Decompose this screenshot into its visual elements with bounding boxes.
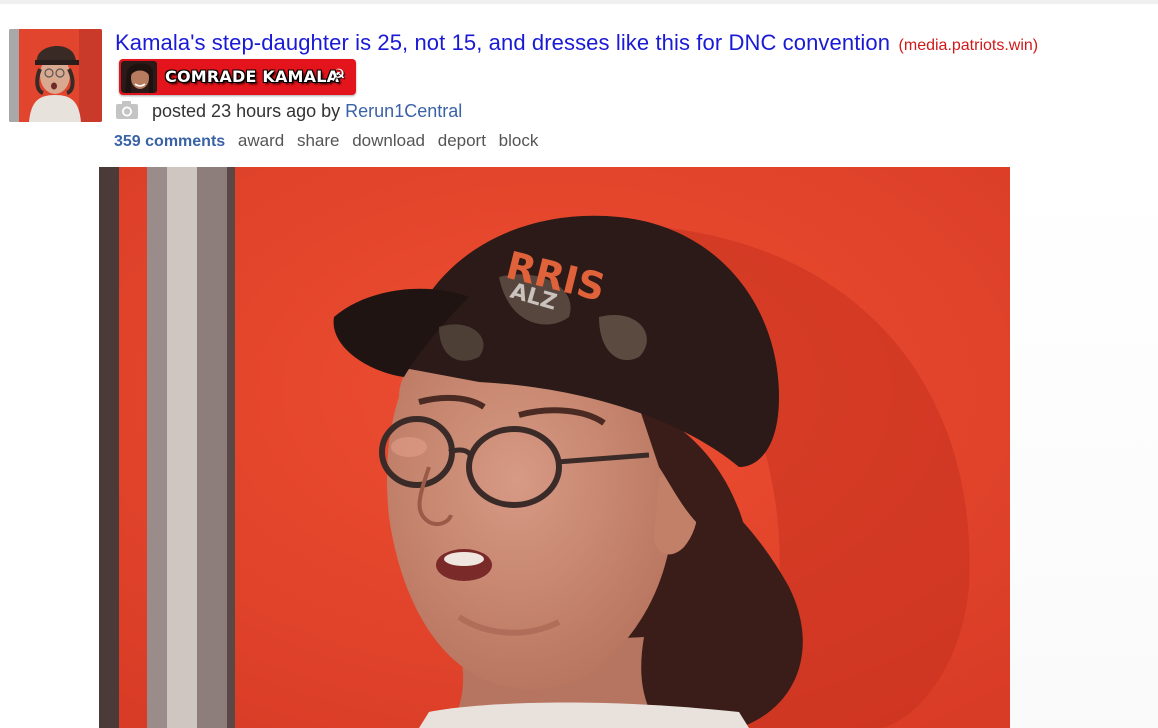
award-link[interactable]: award bbox=[238, 131, 284, 150]
post-meta: posted 23 hours ago by Rerun1Central bbox=[115, 100, 462, 122]
top-strip bbox=[0, 0, 1158, 4]
post-flair[interactable]: COMRADE KAMALA ☭ bbox=[119, 59, 356, 95]
camera-icon bbox=[115, 100, 139, 125]
post-thumbnail[interactable] bbox=[9, 29, 102, 122]
posted-time-text: posted 23 hours ago by bbox=[152, 101, 341, 121]
comments-link[interactable]: 359 comments bbox=[114, 133, 225, 150]
block-link[interactable]: block bbox=[499, 131, 539, 150]
post-actions: 359 comments award share download deport… bbox=[114, 131, 546, 151]
download-link[interactable]: download bbox=[352, 131, 425, 150]
share-link[interactable]: share bbox=[297, 131, 340, 150]
flair-avatar bbox=[121, 61, 157, 93]
post-title-link[interactable]: Kamala's step-daughter is 25, not 15, an… bbox=[115, 30, 890, 55]
right-margin bbox=[1010, 167, 1158, 728]
hammer-sickle-icon: ☭ bbox=[330, 66, 346, 85]
post-title-line: Kamala's step-daughter is 25, not 15, an… bbox=[115, 30, 1145, 56]
author-link[interactable]: Rerun1Central bbox=[345, 101, 462, 121]
post-domain-link[interactable]: (media.patriots.win) bbox=[899, 37, 1039, 54]
post-image[interactable]: RRIS ALZ bbox=[99, 167, 1010, 728]
flair-label: COMRADE KAMALA bbox=[165, 67, 340, 86]
deport-link[interactable]: deport bbox=[438, 131, 486, 150]
